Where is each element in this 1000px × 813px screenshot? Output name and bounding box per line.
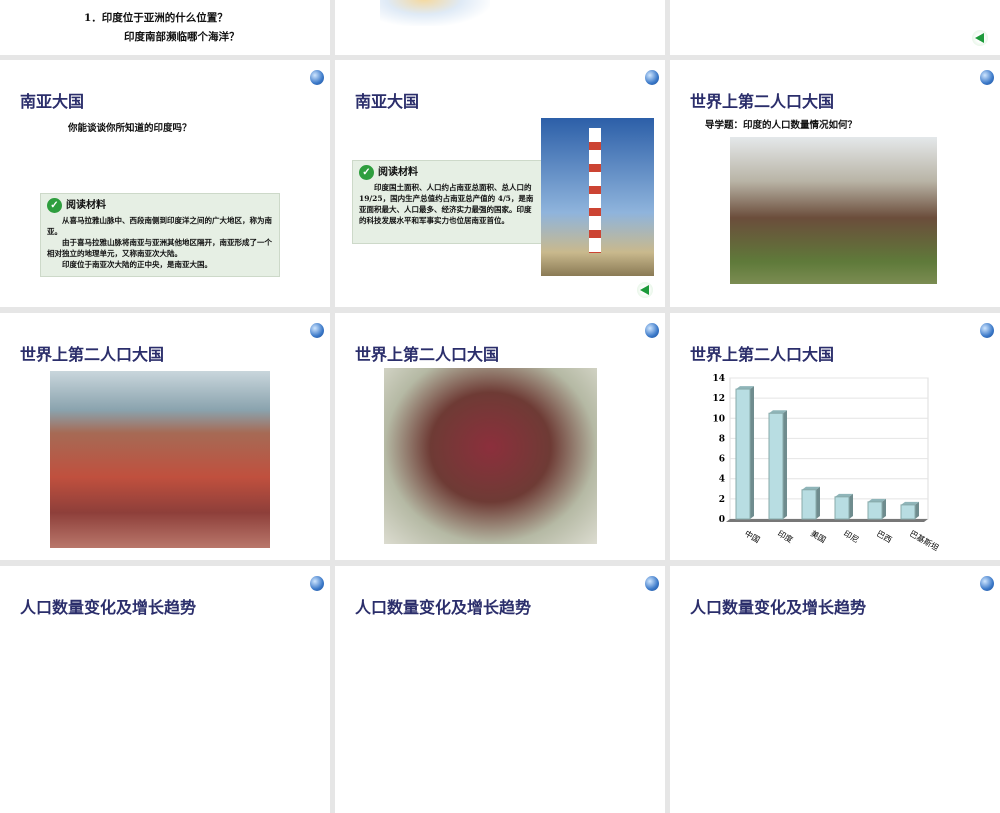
x-tick-label: 巴基斯坦 <box>908 528 941 553</box>
bar <box>900 504 916 520</box>
bar-side <box>882 498 886 519</box>
globe-icon <box>310 70 324 85</box>
x-tick-label: 巴西 <box>875 529 893 545</box>
back-icon[interactable] <box>972 30 988 46</box>
rocket-photo <box>541 118 654 276</box>
slide-thumbnail[interactable] <box>670 0 1000 55</box>
slide-title: 人口数量变化及增长趋势 <box>690 598 867 617</box>
globe-icon <box>310 576 324 591</box>
bar <box>735 388 751 520</box>
paragraph: 印度位于南亚次大陆的正中央，是南亚大国。 <box>62 260 212 269</box>
slide-thumbnail[interactable]: 人口数量变化及增长趋势 <box>335 566 665 813</box>
x-tick-label: 印度 <box>776 528 795 545</box>
bar-side <box>816 486 820 519</box>
bar-side <box>783 410 787 519</box>
y-tick-label: 4 <box>719 475 725 485</box>
bar <box>834 496 850 520</box>
reading-box: ✓ 阅读材料 印度国土面积、人口约占南亚总面积、总人口的 19/25，国内生产总值… <box>352 160 543 244</box>
train-photo <box>730 137 937 284</box>
question-line: 1．印度位于亚洲的什么位置？ <box>84 12 228 24</box>
globe-icon <box>645 576 659 591</box>
y-tick-label: 0 <box>719 515 725 525</box>
bar <box>801 489 817 520</box>
paragraph: 由于喜马拉雅山脉将南亚与亚洲其他地区隔开，南亚形成了一个相对独立的地理单元，又称… <box>47 238 272 258</box>
bar-side <box>915 501 919 519</box>
slide-title: 南亚大国 <box>355 92 420 111</box>
slide-title: 南亚大国 <box>20 92 85 111</box>
floor <box>726 519 928 522</box>
plot-area <box>729 377 929 520</box>
bar <box>867 501 883 520</box>
x-tick-label: 中国 <box>743 528 762 545</box>
slide-thumbnail[interactable]: 南亚大国 你能谈谈你所知道的印度吗？ ✓ 阅读材料 从喜马拉雅山脉中、西段南侧到印… <box>0 60 330 307</box>
globe-icon <box>980 576 994 591</box>
question: 导学题：印度的人口数量情况如何？ <box>705 120 858 131</box>
globe-icon <box>310 323 324 338</box>
slide-thumbnail[interactable]: 南亚大国 ✓ 阅读材料 印度国土面积、人口约占南亚总面积、总人口的 19/25，国… <box>335 60 665 307</box>
slide-thumbnail[interactable]: 世界上第二人口大国 0 2 4 6 8 10 12 14 中国 印度 美国 印尼 巴西 巴基斯坦 <box>670 313 1000 560</box>
back-icon[interactable] <box>637 282 653 298</box>
question-line: 印度南部濒临哪个海洋？ <box>124 31 240 43</box>
bar-side <box>750 386 754 519</box>
slide-title: 世界上第二人口大国 <box>355 345 500 364</box>
check-icon: ✓ <box>359 165 374 180</box>
y-tick-label: 6 <box>719 455 725 465</box>
slide-thumbnail[interactable] <box>335 0 665 55</box>
slide-thumbnail[interactable]: 人口数量变化及增长趋势 <box>0 566 330 813</box>
box-title: 阅读材料 <box>66 200 106 211</box>
y-tick-label: 2 <box>719 495 725 505</box>
slide-title: 世界上第二人口大国 <box>690 92 835 111</box>
box-title: 阅读材料 <box>378 167 418 178</box>
paragraph: 从喜马拉雅山脉中、西段南侧到印度洋之间的广大地区，称为南亚。 <box>47 216 272 236</box>
reading-box: ✓ 阅读材料 从喜马拉雅山脉中、西段南侧到印度洋之间的广大地区，称为南亚。 由于喜… <box>40 193 280 277</box>
y-tick-label: 8 <box>719 434 725 444</box>
slide-title: 世界上第二人口大国 <box>20 345 165 364</box>
slide-thumbnail[interactable]: 世界上第二人口大国 <box>0 313 330 560</box>
question: 你能谈谈你所知道的印度吗？ <box>68 123 192 134</box>
children-photo <box>384 368 597 544</box>
x-tick-label: 印尼 <box>842 529 860 545</box>
x-tick-label: 美国 <box>809 528 828 545</box>
slide-title: 人口数量变化及增长趋势 <box>20 598 197 617</box>
map-image <box>380 0 490 26</box>
slide-thumbnail[interactable]: 世界上第二人口大国 导学题：印度的人口数量情况如何？ <box>670 60 1000 307</box>
bar-side <box>849 493 853 519</box>
y-tick-label: 14 <box>712 374 725 384</box>
slide-title: 人口数量变化及增长趋势 <box>355 598 532 617</box>
bar <box>768 412 784 520</box>
y-tick-label: 12 <box>712 394 725 404</box>
paragraph: 印度国土面积、人口约占南亚总面积、总人口的 19/25，国内生产总值约占南亚总产… <box>359 183 534 225</box>
globe-icon <box>645 323 659 338</box>
globe-icon <box>645 70 659 85</box>
globe-icon <box>980 70 994 85</box>
slide-thumbnail[interactable]: 人口数量变化及增长趋势 <box>670 566 1000 813</box>
slide-thumbnail[interactable]: 1．印度位于亚洲的什么位置？ 印度南部濒临哪个海洋？ <box>0 0 330 55</box>
y-tick-label: 10 <box>712 414 725 424</box>
check-icon: ✓ <box>47 198 62 213</box>
slide-thumbnail[interactable]: 世界上第二人口大国 <box>335 313 665 560</box>
crowd-photo <box>50 371 270 548</box>
population-bar-chart: 0 2 4 6 8 10 12 14 中国 印度 美国 印尼 巴西 巴基斯坦 <box>712 374 941 553</box>
